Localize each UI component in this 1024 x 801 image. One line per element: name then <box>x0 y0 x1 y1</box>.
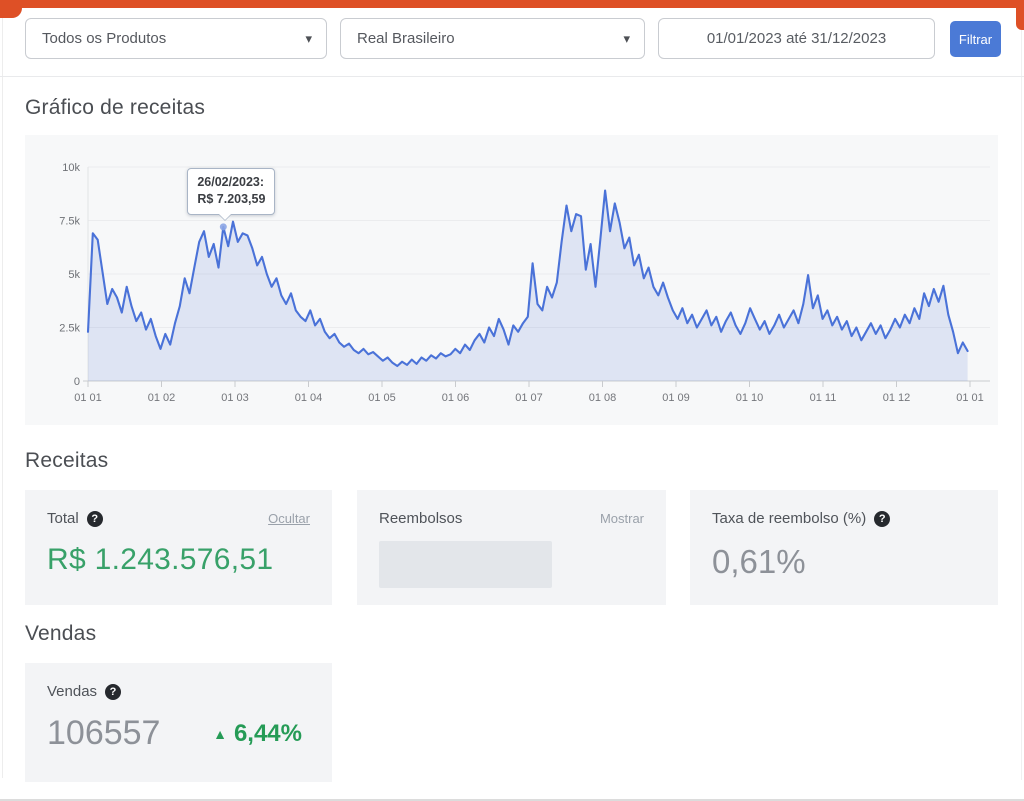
y-tick-label: 0 <box>74 376 80 388</box>
help-icon[interactable]: ? <box>874 511 890 527</box>
filter-button[interactable]: Filtrar <box>950 21 1001 57</box>
tooltip-value: R$ 7.203,59 <box>197 191 265 208</box>
show-refunds-link[interactable]: Mostrar <box>600 511 644 526</box>
window-edge-left <box>2 18 3 778</box>
highlighted-point <box>220 223 227 230</box>
chart-title: Gráfico de receitas <box>25 96 205 120</box>
x-tick-label: 01 06 <box>442 392 470 404</box>
sales-card: Vendas ? 106557 ▲ 6,44% <box>25 663 332 782</box>
y-tick-label: 7.5k <box>59 216 80 228</box>
currency-select-value: Real Brasileiro <box>357 30 455 47</box>
chevron-down-icon: ▾ <box>623 32 630 45</box>
revenue-chart[interactable]: 10k 7.5k 5k 2.5k 0 01 01 01 02 01 03 01 04 01 05 0… <box>25 135 998 425</box>
x-tick-label: 01 04 <box>295 392 323 404</box>
refunds-card: Reembolsos Mostrar <box>357 490 666 605</box>
refunds-label: Reembolsos <box>379 510 462 527</box>
sales-delta-value: 6,44% <box>234 720 302 748</box>
sales-delta: ▲ 6,44% <box>213 720 302 748</box>
chart-tooltip: 26/02/2023: R$ 7.203,59 <box>187 168 275 215</box>
x-tick-label: 01 11 <box>810 392 837 404</box>
window-accent-top <box>0 0 1024 8</box>
y-tick-label: 10k <box>62 162 80 174</box>
x-tick-label: 01 02 <box>148 392 176 404</box>
refund-rate-value: 0,61% <box>712 543 976 581</box>
y-tick-label: 5k <box>68 269 80 281</box>
arrow-up-icon: ▲ <box>213 727 227 741</box>
x-tick-label: 01 12 <box>883 392 911 404</box>
currency-select[interactable]: Real Brasileiro ▾ <box>340 18 645 59</box>
total-label: Total <box>47 510 79 527</box>
revenue-chart-canvas[interactable]: 10k 7.5k 5k 2.5k 0 01 01 01 02 01 03 01 04 01 05 0… <box>25 135 998 425</box>
vendas-section-title: Vendas <box>25 622 96 646</box>
filter-bar: Todos os Produtos ▾ Real Brasileiro ▾ 01… <box>25 18 1001 60</box>
tooltip-date: 26/02/2023: <box>197 174 265 191</box>
x-tick-label: 01 07 <box>515 392 543 404</box>
refund-rate-card: Taxa de reembolso (%) ? 0,61% <box>690 490 998 605</box>
hidden-value-placeholder <box>379 541 552 588</box>
hide-total-link[interactable]: Ocultar <box>268 511 310 526</box>
x-tick-label: 01 10 <box>736 392 764 404</box>
total-card: Total ? Ocultar R$ 1.243.576,51 <box>25 490 332 605</box>
x-tick-label: 01 01 <box>956 392 984 404</box>
x-tick-label: 01 09 <box>662 392 690 404</box>
sales-value: 106557 <box>47 714 160 753</box>
chevron-down-icon: ▾ <box>305 32 312 45</box>
divider <box>0 76 1024 77</box>
x-tick-label: 01 05 <box>368 392 396 404</box>
help-icon[interactable]: ? <box>87 511 103 527</box>
receitas-section-title: Receitas <box>25 449 108 473</box>
window-edge-right <box>1021 30 1022 780</box>
product-select[interactable]: Todos os Produtos ▾ <box>25 18 327 59</box>
sales-label: Vendas <box>47 683 97 700</box>
y-tick-label: 2.5k <box>59 323 80 335</box>
total-value: R$ 1.243.576,51 <box>47 543 310 577</box>
product-select-value: Todos os Produtos <box>42 30 166 47</box>
x-tick-label: 01 01 <box>74 392 102 404</box>
refund-rate-label: Taxa de reembolso (%) <box>712 510 866 527</box>
date-range-input[interactable]: 01/01/2023 até 31/12/2023 <box>658 18 935 59</box>
x-tick-label: 01 03 <box>221 392 249 404</box>
date-range-value: 01/01/2023 até 31/12/2023 <box>707 30 886 47</box>
x-tick-label: 01 08 <box>589 392 617 404</box>
help-icon[interactable]: ? <box>105 684 121 700</box>
